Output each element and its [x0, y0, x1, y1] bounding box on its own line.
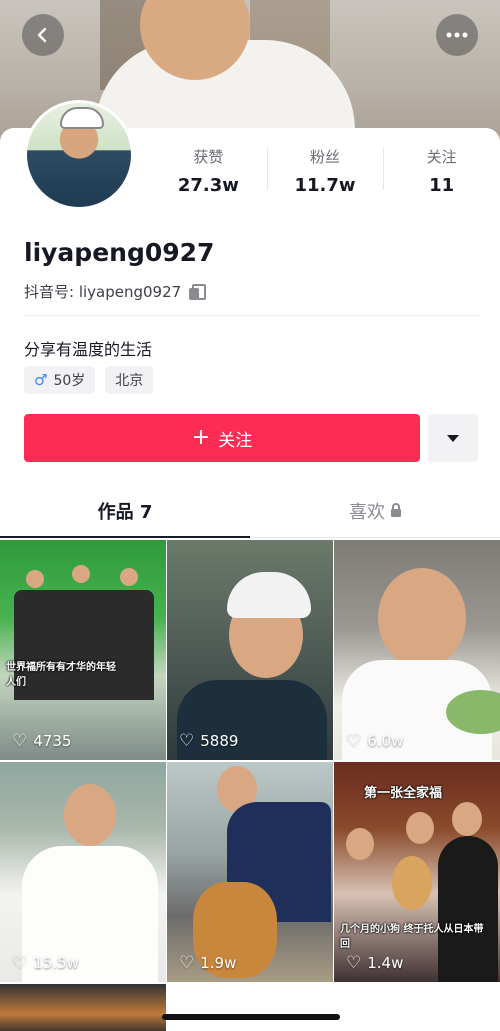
- video-caption-bottom: 几个月的小狗 终于托人从日本带回: [340, 924, 484, 950]
- video-thumbnail[interactable]: ♡ 5889: [167, 540, 333, 760]
- follow-button[interactable]: + 关注: [24, 414, 420, 462]
- like-count: ♡ 1.4w: [346, 954, 403, 972]
- like-count-text: 5889: [200, 732, 239, 750]
- stat-label: 获赞: [193, 148, 224, 166]
- like-count: ♡ 1.9w: [179, 954, 236, 972]
- douyin-id: 抖音号: liyapeng0927: [24, 281, 207, 302]
- stat-likes[interactable]: 获赞 27.3w: [150, 142, 267, 198]
- thumb-figure: [378, 568, 466, 668]
- thumb-figure: [346, 828, 374, 860]
- heart-icon: ♡: [12, 952, 28, 973]
- like-count: ♡ 6.0w: [346, 732, 403, 750]
- lock-icon: [391, 503, 401, 517]
- profile-tags: ♂ 50岁 北京: [24, 366, 154, 394]
- username: liyapeng0927: [24, 238, 215, 267]
- like-count-text: 6.0w: [367, 732, 404, 750]
- thumb-figure: [406, 812, 434, 844]
- stat-value: 27.3w: [177, 175, 239, 196]
- profile-page: 获赞 27.3w 粉丝 11.7w 关注 11 liyapeng0927 抖音号…: [0, 0, 500, 1031]
- stats-bar: 获赞 27.3w 粉丝 11.7w 关注 11: [150, 142, 500, 198]
- video-thumbnail[interactable]: 第一张全家福 几个月的小狗 终于托人从日本带回 ♡ 1.4w: [334, 762, 500, 982]
- video-caption-top: 第一张全家福: [364, 786, 443, 801]
- thumb-figure: [26, 570, 44, 588]
- thumb-figure: [452, 802, 482, 836]
- avatar-helmet: [60, 107, 104, 129]
- age-text: 50岁: [53, 373, 86, 389]
- heart-icon: ♡: [179, 952, 195, 973]
- thumb-figure: [120, 568, 138, 586]
- video-grid: 世界福所有有才华的年轻人们 ♡ 4735 ♡ 5889 ♡ 6.0w ♡ 15.5w: [0, 540, 500, 1031]
- caret-down-icon: [447, 434, 459, 442]
- copy-icon[interactable]: [189, 283, 207, 300]
- thumb-figure-body: [438, 836, 498, 982]
- like-count-text: 15.5w: [33, 954, 79, 972]
- home-indicator: [162, 1014, 340, 1020]
- video-thumbnail[interactable]: ♡ 6.0w: [334, 540, 500, 760]
- like-count: ♡ 15.5w: [12, 954, 79, 972]
- recommend-dropdown-button[interactable]: [428, 414, 478, 462]
- plus-icon: +: [191, 425, 211, 450]
- heart-icon: ♡: [346, 952, 362, 973]
- video-thumbnail[interactable]: ♡ 1.9w: [167, 762, 333, 982]
- video-caption: 世界福所有有才华的年轻人们: [6, 662, 116, 688]
- avatar[interactable]: [24, 100, 134, 210]
- location-tag: 北京: [105, 366, 154, 394]
- bio: 分享有温度的生活: [24, 340, 153, 359]
- stat-label: 粉丝: [310, 148, 341, 166]
- tab-liked-label: 喜欢: [349, 502, 385, 523]
- follow-label: 关注: [218, 430, 253, 451]
- like-count: ♡ 5889: [179, 732, 238, 750]
- heart-icon: ♡: [346, 730, 362, 751]
- like-count-text: 1.9w: [200, 954, 237, 972]
- content-tabs: 作品 7 喜欢: [0, 490, 500, 538]
- location-text: 北京: [115, 373, 144, 389]
- heart-icon: ♡: [179, 730, 195, 751]
- profile-card: 获赞 27.3w 粉丝 11.7w 关注 11 liyapeng0927 抖音号…: [0, 0, 500, 1031]
- video-thumbnail[interactable]: 世界福所有有才华的年轻人们 ♡ 4735: [0, 540, 166, 760]
- tab-works[interactable]: 作品 7: [0, 490, 250, 538]
- stat-following[interactable]: 关注 11: [383, 142, 500, 198]
- male-icon: ♂: [34, 371, 48, 389]
- thumb-figure: [72, 565, 90, 583]
- video-thumbnail[interactable]: [0, 984, 166, 1031]
- stat-fans[interactable]: 粉丝 11.7w: [266, 142, 384, 198]
- thumb-puppy: [392, 856, 432, 910]
- stat-value: 11.7w: [294, 175, 356, 196]
- heart-icon: ♡: [12, 730, 28, 751]
- like-count-text: 1.4w: [367, 954, 404, 972]
- divider: [24, 315, 480, 316]
- thumb-figure: [64, 784, 116, 846]
- stat-label: 关注: [426, 148, 457, 166]
- like-count-text: 4735: [33, 732, 72, 750]
- video-thumbnail[interactable]: ♡ 15.5w: [0, 762, 166, 982]
- tab-liked[interactable]: 喜欢: [250, 490, 500, 537]
- age-tag: ♂ 50岁: [24, 366, 96, 394]
- tab-works-label: 作品 7: [97, 502, 153, 523]
- stat-value: 11: [429, 175, 455, 196]
- like-count: ♡ 4735: [12, 732, 71, 750]
- douyin-id-text: 抖音号: liyapeng0927: [24, 283, 182, 301]
- thumb-helmet: [227, 572, 311, 618]
